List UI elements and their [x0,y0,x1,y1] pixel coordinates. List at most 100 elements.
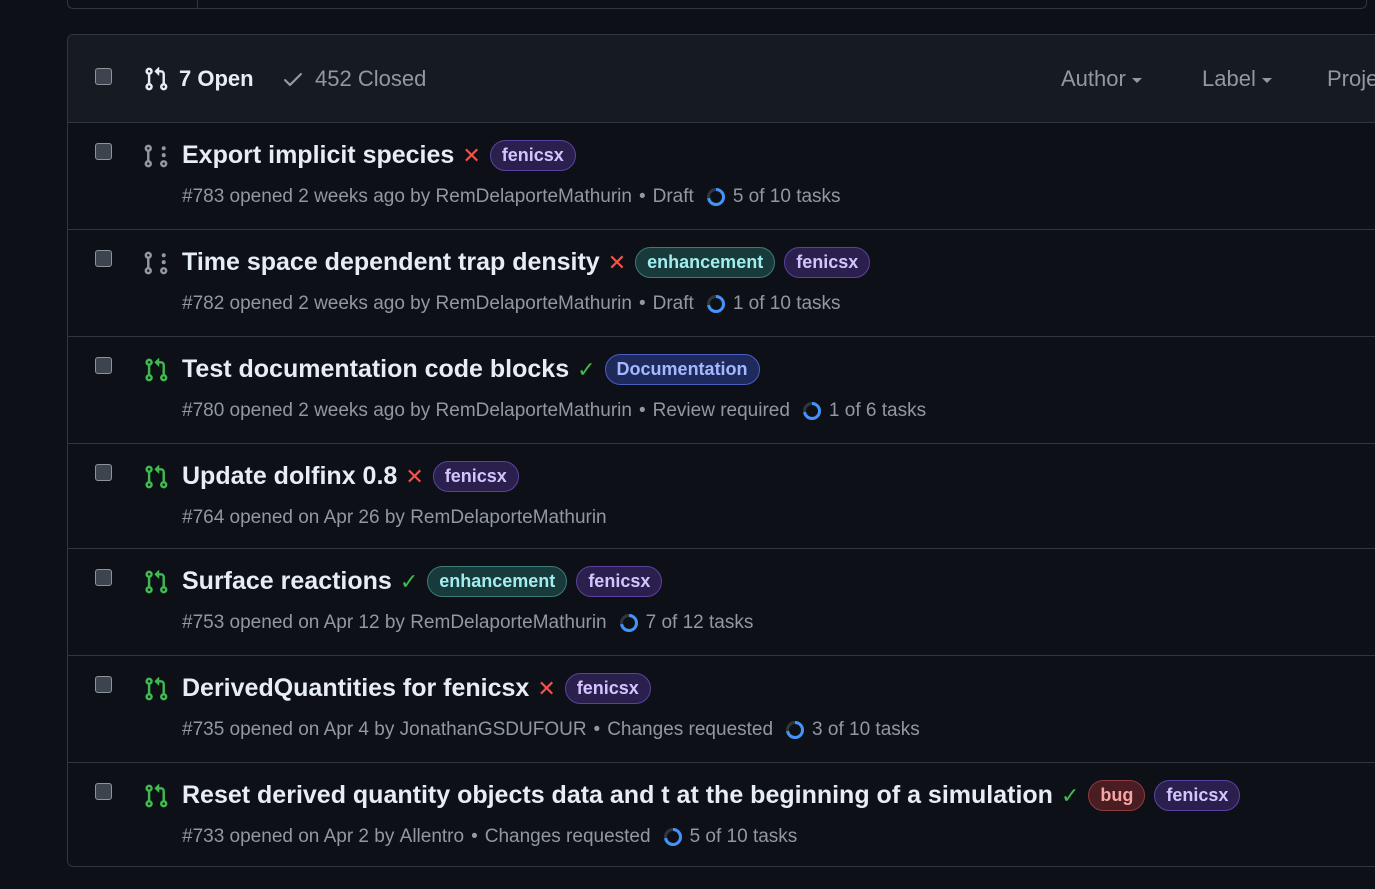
progress-ring-icon [802,402,821,420]
label-enhancement[interactable]: enhancement [635,247,776,278]
separator-dot: • [638,293,646,314]
git-pull-request-open-icon [145,783,168,808]
meta-line: #753 opened on Apr 12 by RemDelaporteMat… [182,612,753,634]
author-link[interactable]: RemDelaporteMathurin [410,612,606,634]
closed-count: 452 Closed [315,66,427,91]
row-checkbox[interactable] [95,464,112,481]
pull-request-title[interactable]: Test documentation code blocks [182,355,569,384]
meta-line: #783 opened 2 weeks ago by RemDelaporteM… [182,186,841,208]
pull-request-row: Time space dependent trap density ✕ enhanc… [68,230,1375,337]
separator-dot: • [638,400,646,421]
checks-failed-icon[interactable]: ✕ [405,465,423,488]
author-link[interactable]: JonathanGSDUFOUR [400,719,587,741]
review-status[interactable]: Review required [653,400,790,422]
pull-request-row: Test documentation code blocks ✓ Documenta… [68,337,1375,444]
row-checkbox[interactable] [95,569,112,586]
pull-request-row: Export implicit species ✕ fenicsx #783 open… [68,123,1375,230]
pull-request-row: Surface reactions ✓ enhancement fenicsx #753… [68,549,1375,656]
projects-filter-label: Proje [1327,66,1375,91]
checks-failed-icon[interactable]: ✕ [537,677,555,700]
review-status[interactable]: Changes requested [607,719,773,741]
task-progress[interactable]: 3 of 10 tasks [785,719,920,741]
title-line: Reset derived quantity objects data and … [182,780,1241,811]
select-all-checkbox[interactable] [95,68,112,85]
label-filter-label: Label [1202,66,1256,91]
task-progress[interactable]: 1 of 10 tasks [706,293,841,315]
label-bug[interactable]: bug [1088,780,1146,811]
meta-line: #733 opened on Apr 2 by Allentro • Changes… [182,826,797,848]
projects-filter[interactable]: Proje [1327,65,1375,93]
review-status: Draft [652,293,694,314]
progress-ring-icon [706,295,725,313]
pull-request-row: Reset derived quantity objects data and … [68,763,1375,866]
checks-failed-icon[interactable]: ✕ [608,251,626,274]
row-checkbox[interactable] [95,783,112,800]
pull-request-list: 7 Open 452 Closed Author Label Proje Exp… [67,34,1375,867]
task-count: 5 of 10 tasks [689,826,798,847]
checks-passed-icon[interactable]: ✓ [1061,784,1079,807]
label-documentation[interactable]: Documentation [604,354,760,385]
search-filter-bar[interactable] [67,0,1367,9]
task-progress[interactable]: 5 of 10 tasks [663,826,798,848]
opened-info: #753 opened on Apr 12 by [182,612,405,633]
checks-failed-icon[interactable]: ✕ [462,144,480,167]
opened-info: #783 opened 2 weeks ago by [182,186,431,207]
git-pull-request-open-icon [145,569,168,594]
pull-request-title[interactable]: Update dolfinx 0.8 [182,462,397,491]
task-count: 7 of 12 tasks [645,612,754,633]
pull-request-title[interactable]: DerivedQuantities for fenicsx [182,674,529,703]
label-filter[interactable]: Label [1202,65,1272,93]
pull-request-title[interactable]: Time space dependent trap density [182,248,600,277]
checks-passed-icon[interactable]: ✓ [577,358,595,381]
label-fenicsx[interactable]: fenicsx [564,673,651,704]
label-fenicsx[interactable]: fenicsx [784,247,871,278]
row-checkbox[interactable] [95,676,112,693]
author-link[interactable]: RemDelaporteMathurin [436,293,632,315]
progress-ring-icon [786,721,805,739]
title-line: Surface reactions ✓ enhancement fenicsx [182,566,663,597]
author-link[interactable]: RemDelaporteMathurin [436,400,632,422]
row-checkbox[interactable] [95,250,112,267]
row-checkbox[interactable] [95,143,112,160]
opened-info: #735 opened on Apr 4 by [182,719,395,740]
list-header: 7 Open 452 Closed Author Label Proje [68,35,1375,123]
git-pull-request-open-icon [145,464,168,489]
title-line: Update dolfinx 0.8 ✕ fenicsx [182,461,519,492]
review-status: Draft [652,186,694,207]
title-line: Test documentation code blocks ✓ Documenta… [182,354,760,385]
review-status[interactable]: Changes requested [485,826,651,848]
row-checkbox[interactable] [95,357,112,374]
task-progress[interactable]: 1 of 6 tasks [802,400,926,422]
git-pull-request-open-icon [145,357,168,382]
task-count: 1 of 6 tasks [828,400,927,421]
author-filter[interactable]: Author [1061,65,1142,93]
label-fenicsx[interactable]: fenicsx [1154,780,1241,811]
label-enhancement[interactable]: enhancement [427,566,568,597]
pull-request-title[interactable]: Export implicit species [182,141,454,170]
label-fenicsx[interactable]: fenicsx [432,461,519,492]
task-progress[interactable]: 7 of 12 tasks [619,612,754,634]
closed-tab[interactable]: 452 Closed [281,65,426,93]
author-link[interactable]: RemDelaporteMathurin [410,507,606,529]
pull-request-rows: Export implicit species ✕ fenicsx #783 open… [68,123,1375,866]
pull-request-title[interactable]: Reset derived quantity objects data and … [182,781,1053,810]
check-icon [284,73,302,87]
task-progress[interactable]: 5 of 10 tasks [706,186,841,208]
author-filter-label: Author [1061,66,1126,91]
label-fenicsx[interactable]: fenicsx [576,566,663,597]
meta-line: #780 opened 2 weeks ago by RemDelaporteM… [182,400,926,422]
separator-dot: • [471,826,478,847]
checks-passed-icon[interactable]: ✓ [400,570,418,593]
caret-down-icon [1261,78,1272,83]
label-fenicsx[interactable]: fenicsx [489,140,576,171]
pull-request-title[interactable]: Surface reactions [182,567,392,596]
open-tab[interactable]: 7 Open [143,65,254,93]
opened-info: #782 opened 2 weeks ago by [182,293,431,314]
author-link[interactable]: Allentro [400,826,464,848]
opened-info: #733 opened on Apr 2 by [182,826,395,847]
author-link[interactable]: RemDelaporteMathurin [436,186,632,208]
opened-info: #764 opened on Apr 26 by [182,507,405,528]
meta-line: #782 opened 2 weeks ago by RemDelaporteM… [182,293,841,315]
progress-ring-icon [619,614,638,632]
task-count: 3 of 10 tasks [812,719,920,740]
